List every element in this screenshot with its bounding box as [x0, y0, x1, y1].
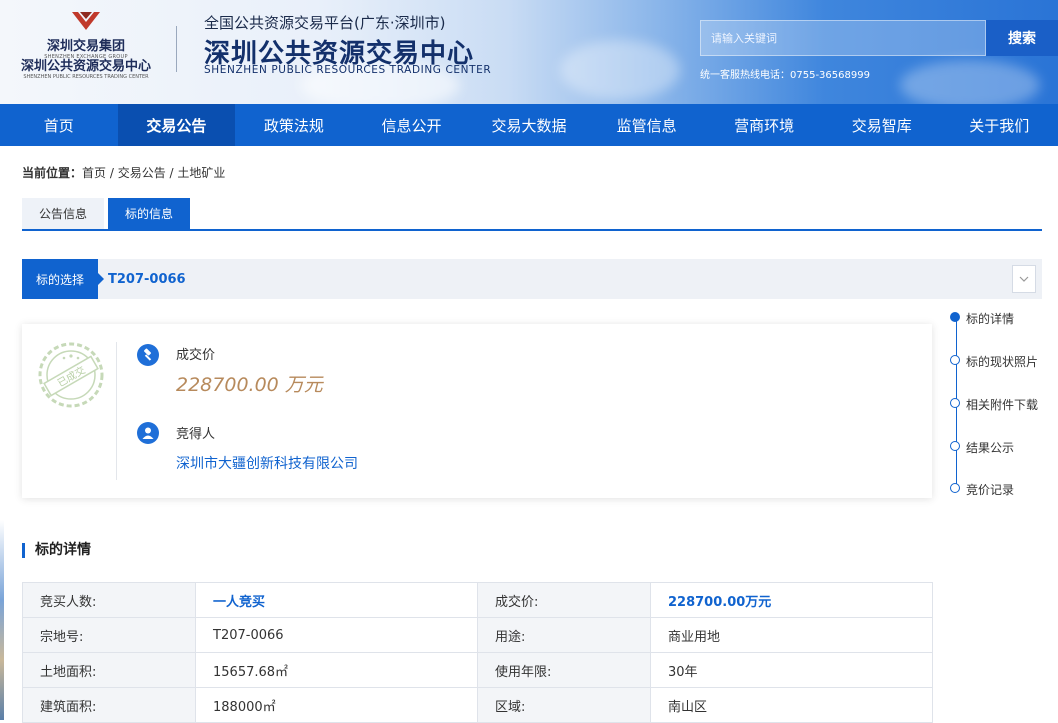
lot-selector-arrow — [98, 273, 104, 285]
table-key: 使用年限: — [478, 653, 651, 688]
anchor-lot-photos[interactable]: 标的现状照片 — [966, 353, 1038, 370]
table-value: 188000㎡ — [196, 688, 478, 723]
table-value: 15657.68㎡ — [196, 653, 478, 688]
platform-subtitle: 全国公共资源交易平台(广东·深圳市) — [204, 12, 445, 33]
table-key: 用途: — [478, 618, 651, 653]
search-box — [700, 20, 986, 56]
deal-closed-stamp-icon: 已成交 — [36, 340, 106, 410]
center-short-name: 深圳公共资源交易中心 — [6, 60, 166, 74]
table-row: 土地面积: 15657.68㎡ 使用年限: 30年 — [23, 653, 933, 688]
section-title: 标的详情 — [22, 543, 91, 558]
table-value: 商业用地 — [651, 618, 933, 653]
breadcrumb-prefix: 当前位置： — [22, 166, 82, 180]
nav-item-home[interactable]: 首页 — [0, 104, 118, 146]
anchor-lot-details[interactable]: 标的详情 — [966, 310, 1014, 327]
card-divider — [116, 342, 117, 480]
nav-item-think-tank[interactable]: 交易智库 — [823, 104, 941, 146]
nav-item-business-env[interactable]: 营商环境 — [705, 104, 823, 146]
table-key: 建筑面积: — [23, 688, 196, 723]
table-value: 30年 — [651, 653, 933, 688]
nav-item-about[interactable]: 关于我们 — [941, 104, 1058, 146]
table-row: 建筑面积: 188000㎡ 区域: 南山区 — [23, 688, 933, 723]
nav-item-policies[interactable]: 政策法规 — [235, 104, 353, 146]
price-label: 成交价 — [176, 344, 215, 363]
table-key: 成交价: — [478, 583, 651, 618]
winner-label: 竞得人 — [176, 423, 215, 442]
main-nav: 首页 交易公告 政策法规 信息公开 交易大数据 监管信息 营商环境 交易智库 关… — [0, 104, 1058, 146]
tab-announcement-info[interactable]: 公告信息 — [22, 198, 104, 229]
lot-selector-value: T207-0066 — [108, 259, 186, 299]
center-title-en: SHENZHEN PUBLIC RESOURCES TRADING CENTER — [204, 64, 491, 76]
group-logo[interactable]: 深圳交易集团 SHENZHEN EXCHANGE GROUP 深圳公共资源交易中… — [6, 10, 166, 80]
search-input[interactable] — [701, 21, 985, 55]
timeline-dot — [950, 483, 960, 493]
table-row: 竞买人数: 一人竞买 成交价: 228700.00万元 — [23, 583, 933, 618]
gavel-icon — [137, 344, 159, 366]
group-logo-icon — [70, 10, 102, 34]
deal-result-card: 已成交 成交价 228700.00 万元 竞得人 深圳市大疆创新科技有限公司 — [22, 324, 932, 498]
center-short-name-en: SHENZHEN PUBLIC RESOURCES TRADING CENTER — [6, 74, 166, 80]
table-key: 土地面积: — [23, 653, 196, 688]
table-value: T207-0066 — [196, 618, 478, 653]
page-edge-decoration — [0, 520, 4, 720]
service-hotline: 统一客服热线电话：0755-36568999 — [700, 66, 870, 81]
section-anchor-nav: 标的详情 标的现状照片 相关附件下载 结果公示 竞价记录 — [950, 308, 1050, 498]
anchor-attachments[interactable]: 相关附件下载 — [966, 396, 1038, 413]
nav-item-disclosure[interactable]: 信息公开 — [353, 104, 471, 146]
table-key: 宗地号: — [23, 618, 196, 653]
timeline-dot — [950, 355, 960, 365]
breadcrumb-path[interactable]: 首页 / 交易公告 / 土地矿业 — [82, 166, 225, 180]
tab-lot-info[interactable]: 标的信息 — [108, 198, 190, 229]
search-button[interactable]: 搜索 — [986, 20, 1058, 56]
anchor-bid-records[interactable]: 竞价记录 — [966, 481, 1014, 498]
lot-selector[interactable]: 标的选择 T207-0066 — [22, 259, 1042, 299]
timeline-dot-active — [950, 312, 960, 322]
timeline-dot — [950, 441, 960, 451]
table-key: 竞买人数: — [23, 583, 196, 618]
nav-item-big-data[interactable]: 交易大数据 — [470, 104, 588, 146]
nav-item-announcements[interactable]: 交易公告 — [118, 104, 236, 146]
price-value: 228700.00 万元 — [176, 370, 323, 397]
logo-divider — [176, 26, 177, 72]
chevron-down-icon[interactable] — [1012, 265, 1036, 293]
table-row: 宗地号: T207-0066 用途: 商业用地 — [23, 618, 933, 653]
info-tabs: 公告信息 标的信息 — [22, 198, 1042, 231]
site-header: 深圳交易集团 SHENZHEN EXCHANGE GROUP 深圳公共资源交易中… — [0, 0, 1058, 104]
anchor-result-notice[interactable]: 结果公示 — [966, 439, 1014, 456]
lot-selector-label: 标的选择 — [22, 259, 98, 299]
table-value: 南山区 — [651, 688, 933, 723]
table-value: 一人竞买 — [196, 583, 478, 618]
timeline-dot — [950, 398, 960, 408]
lot-detail-table: 竞买人数: 一人竞买 成交价: 228700.00万元 宗地号: T207-00… — [22, 582, 933, 723]
winner-value[interactable]: 深圳市大疆创新科技有限公司 — [176, 453, 358, 473]
breadcrumb: 当前位置：首页 / 交易公告 / 土地矿业 — [22, 164, 225, 181]
user-icon — [137, 422, 159, 444]
nav-item-supervision[interactable]: 监管信息 — [588, 104, 706, 146]
table-value: 228700.00万元 — [651, 583, 933, 618]
group-name: 深圳交易集团 — [6, 40, 166, 54]
table-key: 区域: — [478, 688, 651, 723]
